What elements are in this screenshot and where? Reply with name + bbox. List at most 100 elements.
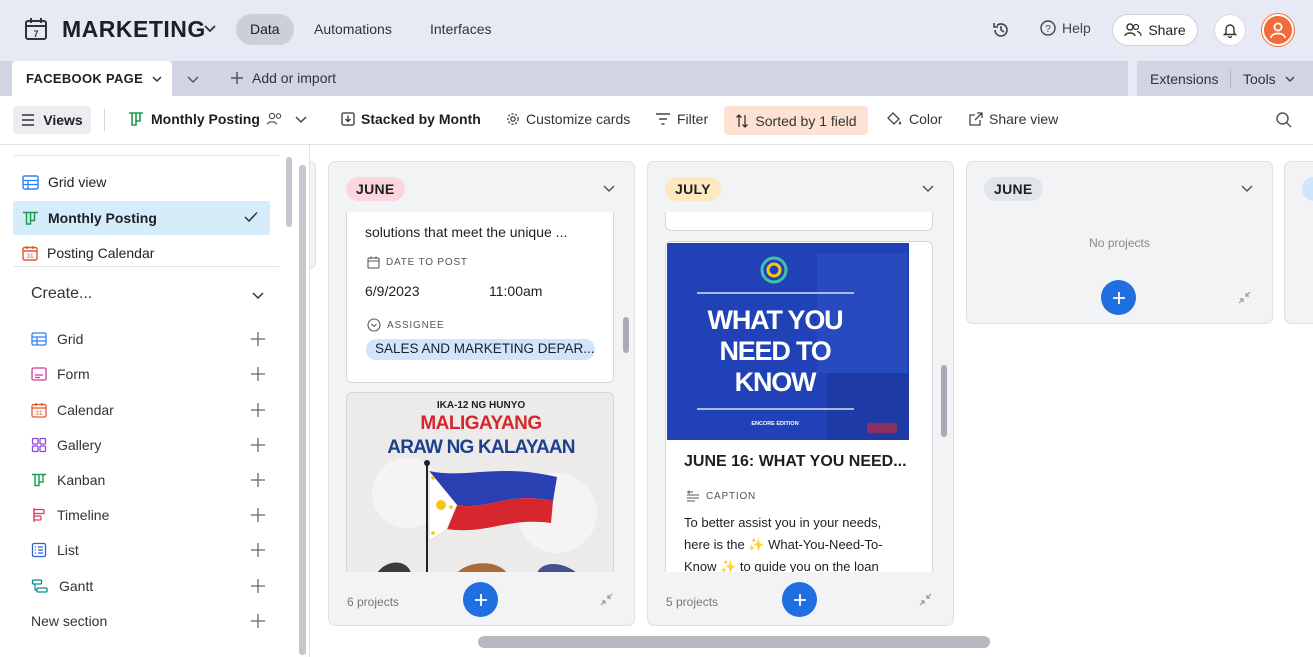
add-or-import-button[interactable]: Add or import <box>230 70 336 86</box>
chevron-down-icon[interactable] <box>185 71 201 87</box>
sidebar-item-monthly-posting[interactable]: Monthly Posting <box>13 201 270 235</box>
plus-icon <box>793 593 806 606</box>
chevron-down-icon[interactable] <box>921 181 935 195</box>
svg-text:?: ? <box>1045 24 1051 35</box>
color-button[interactable]: Color <box>885 111 942 127</box>
table-tab-facebook-page[interactable]: FACEBOOK PAGE <box>12 61 172 96</box>
tab-interfaces[interactable]: Interfaces <box>416 14 505 45</box>
chevron-down-icon <box>1285 76 1295 83</box>
create-kanban-item[interactable]: Kanban <box>31 469 266 491</box>
kanban-icon <box>32 473 46 487</box>
chevron-down-icon[interactable] <box>251 288 265 302</box>
collapse-icon[interactable] <box>600 593 613 606</box>
image-line2: ARAW NG KALAYAAN <box>387 437 575 458</box>
create-form-item[interactable]: Form <box>31 363 266 385</box>
sidebar-scroll-track[interactable] <box>299 165 306 655</box>
users-icon <box>1124 23 1142 37</box>
record-card-image[interactable]: IKA-12 NG HUNYO MALIGAYANG ARAW NG KALAY… <box>346 392 614 572</box>
record-count: 5 projects <box>666 595 719 609</box>
chevron-down-icon[interactable] <box>202 20 218 36</box>
create-gallery-item[interactable]: Gallery <box>31 434 266 456</box>
create-grid-item[interactable]: Grid <box>31 328 266 350</box>
image-line1: MALIGAYANG <box>420 413 541 434</box>
divider <box>14 155 279 156</box>
notifications-button[interactable] <box>1214 14 1246 46</box>
add-record-button[interactable] <box>463 582 498 617</box>
plus-icon[interactable] <box>250 578 266 594</box>
record-card[interactable]: solutions that meet the unique ... DATE … <box>346 212 614 383</box>
add-record-button[interactable] <box>782 582 817 617</box>
stack-label: JUNE <box>346 177 405 201</box>
avatar[interactable] <box>1262 14 1294 46</box>
create-calendar-item[interactable]: 31 Calendar <box>31 399 266 421</box>
plus-icon <box>1112 291 1125 304</box>
color-label: Color <box>909 111 943 127</box>
sort-button[interactable]: Sorted by 1 field <box>724 106 868 135</box>
sidebar-item-grid-view[interactable]: Grid view <box>13 165 270 199</box>
create-new-section-item[interactable]: New section <box>31 610 266 632</box>
create-timeline-item[interactable]: Timeline <box>31 504 266 526</box>
board-horizontal-scrollbar[interactable] <box>478 636 990 648</box>
timeline-icon <box>33 508 45 522</box>
plus-icon[interactable] <box>250 366 266 382</box>
form-icon <box>31 367 47 381</box>
user-icon <box>1270 22 1286 39</box>
calendar-app-icon[interactable]: 7 <box>24 17 48 41</box>
share-button[interactable]: Share <box>1112 14 1198 46</box>
history-icon[interactable] <box>991 20 1011 40</box>
table-tab-bar: FACEBOOK PAGE Add or import Extensions T… <box>0 61 1313 96</box>
collapse-icon[interactable] <box>1238 291 1251 304</box>
card-text: solutions that meet the unique ... <box>365 224 568 240</box>
search-icon[interactable] <box>1275 111 1293 129</box>
record-card-partial[interactable] <box>665 212 933 231</box>
hamburger-icon <box>22 114 35 126</box>
plus-icon[interactable] <box>250 507 266 523</box>
plus-icon[interactable] <box>250 613 266 629</box>
plus-icon[interactable] <box>250 542 266 558</box>
field-label-text: ASSIGNEE <box>387 319 445 331</box>
create-item-label: List <box>57 542 79 558</box>
create-gantt-item[interactable]: Gantt <box>31 575 266 597</box>
filter-button[interactable]: Filter <box>655 111 708 127</box>
plus-icon <box>231 72 243 84</box>
tools-button[interactable]: Tools <box>1243 71 1296 87</box>
stacked-by-button[interactable]: Stacked by Month <box>341 111 481 127</box>
current-view-button[interactable]: Monthly Posting <box>127 111 308 127</box>
create-section-heading[interactable]: Create... <box>31 285 92 303</box>
plus-icon[interactable] <box>250 402 266 418</box>
create-item-label: Gantt <box>59 578 94 594</box>
collapse-icon[interactable] <box>919 593 932 606</box>
base-title[interactable]: MARKETING <box>62 16 206 43</box>
image-title-2: NEED TO <box>719 336 830 366</box>
kanban-board: JUNE solutions that meet the unique ... … <box>310 145 1313 657</box>
create-list-item[interactable]: List <box>31 539 266 561</box>
create-item-label: Kanban <box>57 472 106 488</box>
share-view-button[interactable]: Share view <box>969 111 1058 127</box>
sidebar-item-posting-calendar[interactable]: 31 Posting Calendar <box>13 236 270 270</box>
plus-icon[interactable] <box>250 472 266 488</box>
table-tab-label: FACEBOOK PAGE <box>26 71 144 86</box>
chevron-down-icon[interactable] <box>602 181 616 195</box>
stack-scrollbar[interactable] <box>941 365 947 437</box>
add-record-button[interactable] <box>1101 280 1136 315</box>
stack-scrollbar[interactable] <box>623 317 629 353</box>
filter-label: Filter <box>677 111 709 127</box>
caption-line: To better assist you in your needs, <box>684 515 882 530</box>
plus-icon[interactable] <box>250 331 266 347</box>
record-card[interactable]: WHAT YOU NEED TO KNOW ENCORE EDITION JUN… <box>665 241 933 572</box>
create-item-label: Form <box>57 366 90 382</box>
customize-cards-button[interactable]: Customize cards <box>506 111 630 127</box>
sidebar-scrollbar[interactable] <box>286 157 292 227</box>
extensions-button[interactable]: Extensions <box>1150 71 1218 87</box>
chevron-down-icon[interactable] <box>151 73 163 85</box>
svg-text:31: 31 <box>26 253 34 260</box>
help-button[interactable]: ? Help <box>1040 20 1091 36</box>
stack-june: JUNE solutions that meet the unique ... … <box>329 162 634 625</box>
date-value: 6/9/2023 <box>365 283 420 299</box>
chevron-down-icon[interactable] <box>1240 181 1254 195</box>
views-toggle-button[interactable]: Views <box>13 106 91 134</box>
tab-automations[interactable]: Automations <box>300 14 406 45</box>
tab-data[interactable]: Data <box>236 14 294 45</box>
plus-icon[interactable] <box>250 437 266 453</box>
assignee-chip: SALES AND MARKETING DEPAR... <box>366 339 595 360</box>
